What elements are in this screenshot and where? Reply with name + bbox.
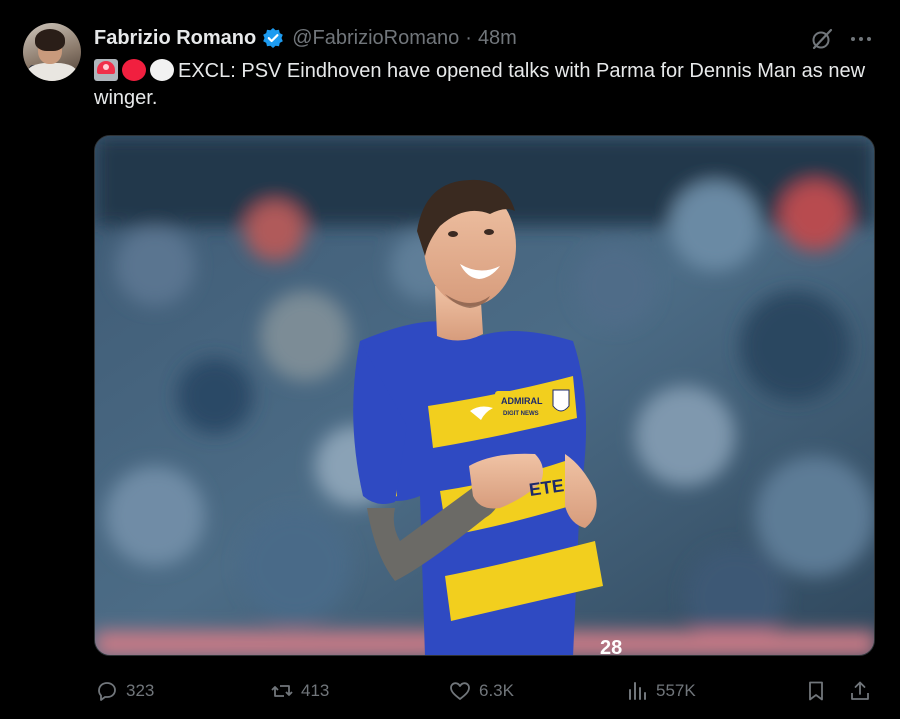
like-button[interactable]: 6.3K	[448, 675, 514, 707]
views-button[interactable]: 557K	[625, 675, 696, 707]
verified-badge-icon	[262, 27, 284, 49]
bookmark-button[interactable]	[804, 675, 835, 707]
tweet-body: EXCL: PSV Eindhoven have opened talks wi…	[94, 60, 866, 109]
more-options-icon[interactable]	[848, 27, 874, 51]
red-circle-emoji	[122, 59, 146, 81]
repost-button[interactable]: 413	[270, 675, 329, 707]
share-icon	[851, 681, 869, 700]
reply-count: 323	[126, 681, 155, 700]
share-button[interactable]	[848, 675, 879, 707]
grok-icon[interactable]	[810, 27, 834, 51]
tweet-actions: 323 413 6.3K 557K	[0, 675, 900, 707]
views-count: 557K	[656, 681, 696, 700]
white-circle-emoji	[150, 59, 174, 81]
header-separator: ·	[465, 26, 472, 49]
tweet-text: EXCL: PSV Eindhoven have opened talks wi…	[94, 58, 874, 112]
views-chart-icon	[629, 682, 646, 700]
bookmark-icon	[809, 681, 823, 701]
reply-icon	[98, 682, 116, 701]
tweet-timestamp[interactable]: 48m	[478, 27, 517, 50]
repost-icon	[271, 685, 293, 697]
avatar-hair	[35, 29, 65, 51]
repost-count: 413	[301, 681, 330, 700]
shirt-number: 28	[600, 637, 622, 656]
heart-icon	[450, 682, 470, 700]
sponsor-line2: DIGIT NEWS	[503, 411, 539, 417]
author-avatar[interactable]	[23, 23, 81, 81]
tweet-header: Fabrizio Romano @FabrizioRomano · 48m	[94, 24, 517, 52]
like-count: 6.3K	[479, 681, 514, 700]
author-name[interactable]: Fabrizio Romano	[94, 27, 256, 50]
reply-button[interactable]: 323	[95, 675, 154, 707]
tweet-photo[interactable]: ADMIRAL DIGIT NEWS ETE 28	[94, 135, 875, 656]
author-handle[interactable]: @FabrizioRomano	[292, 27, 459, 50]
siren-emoji	[94, 59, 118, 81]
sponsor-line1: ADMIRAL	[501, 396, 543, 406]
avatar-shirt	[27, 63, 77, 81]
